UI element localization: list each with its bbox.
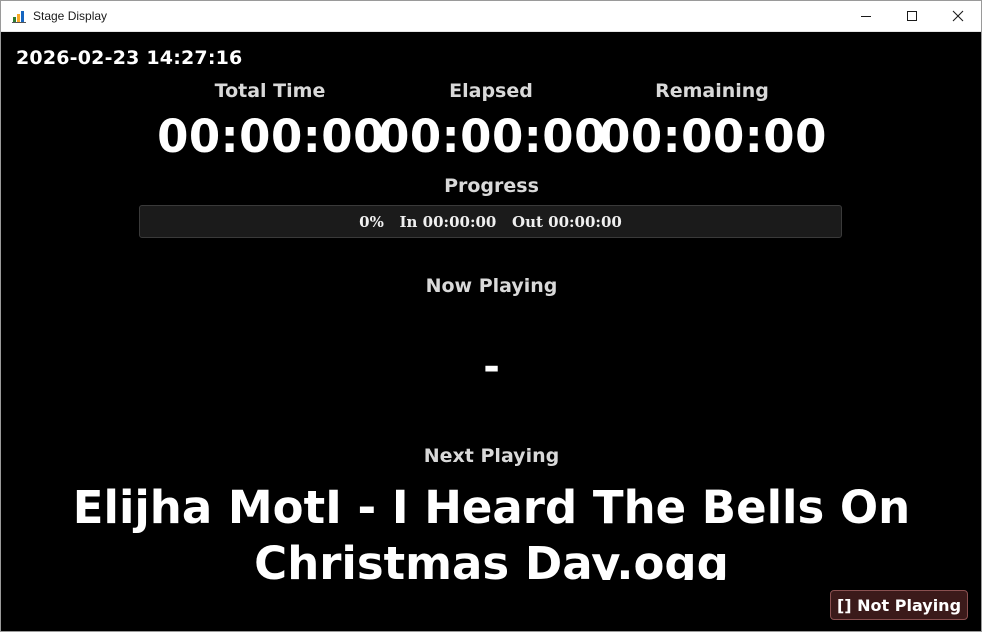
total-time-value: 00:00:00 — [157, 110, 385, 163]
status-badge[interactable]: [] Not Playing — [830, 590, 968, 620]
remaining-value: 00:00:00 — [599, 110, 827, 163]
progress-text: 0% In 00:00:00 Out 00:00:00 — [359, 212, 622, 231]
minimize-icon — [861, 16, 871, 17]
window-title: Stage Display — [33, 9, 108, 23]
remaining-label: Remaining — [655, 80, 769, 102]
title-bar[interactable]: Stage Display — [1, 1, 981, 32]
progress-label: Progress — [444, 175, 539, 197]
close-icon — [952, 10, 964, 22]
maximize-button[interactable] — [889, 1, 935, 31]
minimize-button[interactable] — [843, 1, 889, 31]
next-playing-value: Elijha MotI - I Heard The Bells On Chris… — [72, 481, 911, 580]
now-playing-label: Now Playing — [425, 275, 558, 297]
current-datetime: 2026-02-23 14:27:16 — [16, 47, 243, 69]
elapsed-label: Elapsed — [449, 80, 533, 102]
stage-display-content: 2026-02-23 14:27:16 Total Time Elapsed R… — [2, 32, 981, 631]
total-time-label: Total Time — [214, 80, 326, 102]
elapsed-value: 00:00:00 — [378, 110, 606, 163]
stage-display-window: Stage Display 2026-02-23 14:27:16 Total … — [0, 0, 982, 632]
bar-chart-icon — [12, 11, 26, 23]
next-playing-label: Next Playing — [423, 445, 560, 467]
maximize-icon — [907, 11, 917, 21]
progress-bar: 0% In 00:00:00 Out 00:00:00 — [139, 205, 842, 238]
now-playing-value: - — [483, 344, 500, 390]
close-button[interactable] — [935, 1, 981, 31]
